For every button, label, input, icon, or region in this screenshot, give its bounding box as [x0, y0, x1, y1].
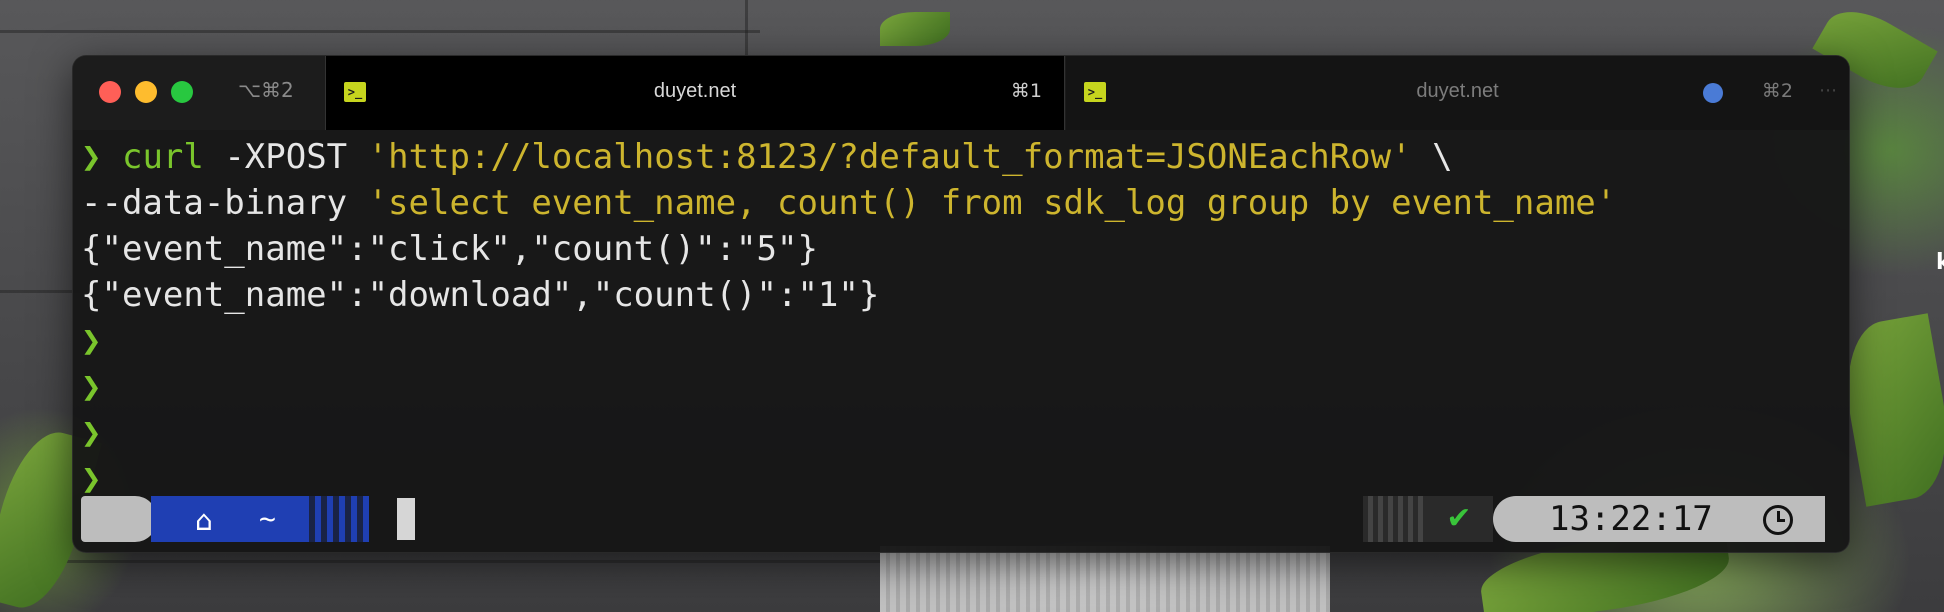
- background-vent: [880, 546, 1330, 612]
- background-leaf: [1835, 313, 1944, 507]
- command-url: 'http://localhost:8123/?default_format=J…: [367, 137, 1412, 177]
- directory-segment: ⌂ ~: [151, 496, 303, 542]
- data-flag: --data-binary: [81, 183, 368, 223]
- empty-prompt-line: ❯: [81, 364, 1849, 410]
- wall-seam: [0, 30, 760, 33]
- prompt-symbol: ❯: [81, 459, 102, 499]
- tab-duyet-net-2[interactable]: >_ duyet.net ⌘2 ⋯: [1066, 56, 1849, 130]
- command-line: --data-binary 'select event_name, count(…: [81, 180, 1849, 226]
- home-icon: ⌂: [195, 504, 213, 537]
- activity-indicator-icon: [1703, 83, 1723, 103]
- tab-shortcut: ⌘1: [1010, 80, 1042, 102]
- prompt-symbol: ❯: [81, 137, 102, 177]
- wall-seam: [0, 560, 880, 563]
- close-button[interactable]: [99, 81, 121, 103]
- status-check-icon: ✔: [1425, 496, 1493, 542]
- terminal-output[interactable]: ❯ curl -XPOST 'http://localhost:8123/?de…: [81, 130, 1849, 552]
- background-leaf: [880, 12, 950, 46]
- background-text: k: [1936, 250, 1944, 275]
- empty-prompt-line: ❯: [81, 410, 1849, 456]
- text-cursor: [397, 498, 415, 540]
- time-segment: 13:22:17: [1525, 496, 1825, 542]
- prompt-symbol: ❯: [81, 321, 102, 361]
- tab-shortcut: ⌘2: [1761, 80, 1793, 102]
- window-shortcut: ⌥⌘2: [238, 78, 294, 102]
- empty-prompt-line: ❯: [81, 318, 1849, 364]
- prompt-symbol: ❯: [81, 413, 102, 453]
- zoom-button[interactable]: [171, 81, 193, 103]
- segment-separator: [303, 496, 369, 542]
- tab-drag-handle-icon: ⋯: [1819, 80, 1837, 101]
- command-name: curl: [121, 137, 204, 177]
- output-line: {"event_name":"click","count()":"5"}: [81, 229, 818, 269]
- wall-seam: [0, 290, 80, 293]
- tab-title: duyet.net: [1416, 80, 1499, 102]
- apple-icon: [81, 496, 135, 542]
- minimize-button[interactable]: [135, 81, 157, 103]
- output-line: {"event_name":"download","count()":"1"}: [81, 275, 880, 315]
- tab-duyet-net-1[interactable]: >_ duyet.net ⌘1: [325, 56, 1065, 130]
- prompt-symbol: ❯: [81, 367, 102, 407]
- current-directory: ~: [259, 502, 276, 535]
- command-flag: -XPOST: [203, 137, 368, 177]
- current-time: 13:22:17: [1549, 499, 1713, 539]
- clock-icon: [1763, 505, 1793, 535]
- title-bar[interactable]: ⌥⌘2 >_ duyet.net ⌘1 >_ duyet.net ⌘2 ⋯: [73, 56, 1849, 130]
- segment-separator: [1363, 496, 1425, 542]
- tab-title: duyet.net: [653, 80, 737, 102]
- sql-query: 'select event_name, count() from sdk_log…: [367, 183, 1617, 223]
- terminal-window[interactable]: ⌥⌘2 >_ duyet.net ⌘1 >_ duyet.net ⌘2 ⋯ ❯ …: [72, 55, 1850, 553]
- prompt-status-bar: ⌂ ~ ✔ 13:22:17: [81, 496, 1825, 542]
- command-line: ❯ curl -XPOST 'http://localhost:8123/?de…: [81, 134, 1849, 180]
- wall-seam: [745, 0, 748, 55]
- line-continuation: \: [1411, 137, 1453, 177]
